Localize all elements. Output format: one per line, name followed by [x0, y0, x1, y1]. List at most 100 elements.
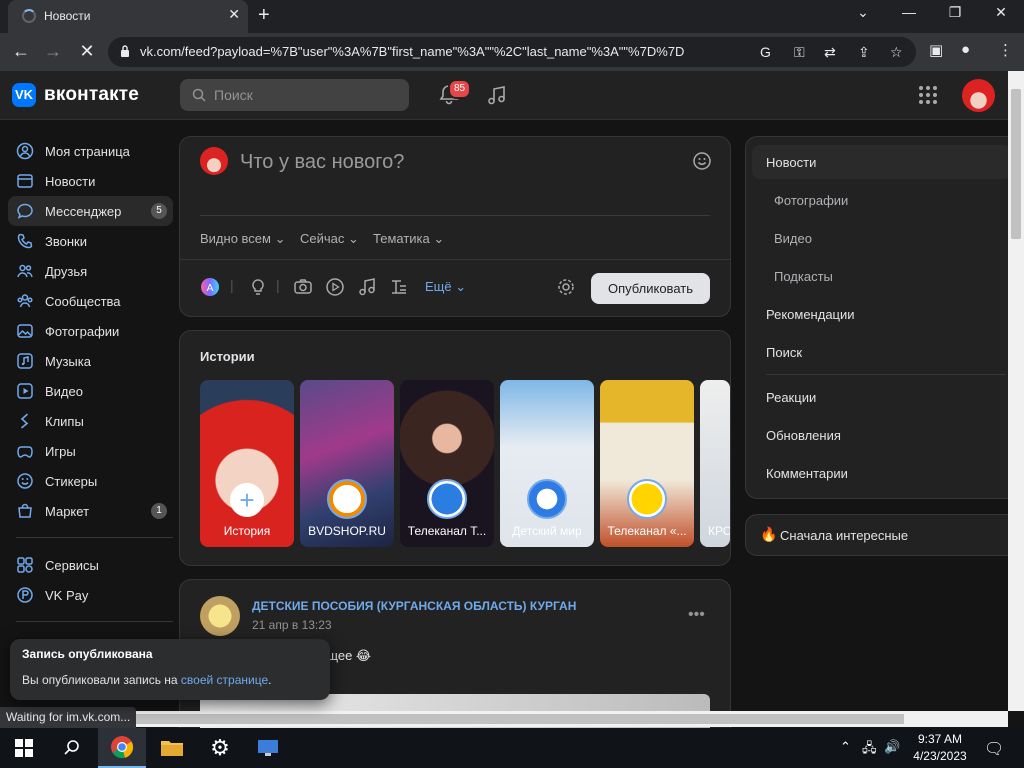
taskbar-clock[interactable]: 9:37 AM 4/23/2023 — [908, 731, 972, 765]
menu-item-photos[interactable]: Фотографии — [774, 193, 848, 208]
omnibox[interactable]: vk.com/feed?payload=%7B"user"%3A%7B"firs… — [108, 37, 916, 67]
menu-item-search[interactable]: Поиск — [766, 345, 802, 360]
sidebar-item-my-page[interactable]: Моя страница — [8, 136, 173, 166]
taskbar-settings[interactable]: ⚙ — [196, 728, 244, 768]
tab-close-icon[interactable]: ✕ — [228, 6, 240, 23]
chevron-down-icon: ⌄ — [348, 231, 359, 246]
menu-item-podcasts[interactable]: Подкасты — [774, 269, 833, 284]
stop-button[interactable]: ✕ — [76, 41, 98, 62]
sidebar-item-market[interactable]: Маркет 1 — [8, 496, 173, 526]
browser-tab[interactable]: Новости ✕ — [8, 0, 248, 33]
network-icon[interactable]: 🖧 — [862, 739, 877, 761]
tab-search-icon[interactable]: ⌄ — [848, 4, 878, 21]
toolbar-separator: | — [276, 277, 280, 293]
toast-link[interactable]: своей странице — [181, 673, 268, 687]
vertical-scrollbar[interactable] — [1008, 71, 1024, 711]
share-icon[interactable]: ⇪ — [858, 44, 870, 61]
new-tab-button[interactable]: + — [258, 4, 270, 27]
menu-item-news[interactable]: Новости — [766, 155, 816, 170]
sidebar-item-friends[interactable]: Друзья — [8, 256, 173, 286]
story-card[interactable]: Детский мир — [500, 380, 594, 547]
bookmark-star-icon[interactable]: ☆ — [890, 44, 903, 61]
sidebar-item-vkpay[interactable]: VK Pay — [8, 580, 173, 610]
sidebar-item-clips[interactable]: Клипы — [8, 406, 173, 436]
sidebar-item-stickers[interactable]: Стикеры — [8, 466, 173, 496]
user-avatar[interactable] — [962, 79, 995, 112]
scrollbar-thumb[interactable] — [1011, 89, 1021, 239]
horizontal-scrollbar[interactable] — [0, 711, 1008, 727]
taskbar-chrome[interactable] — [98, 728, 146, 768]
minimize-button[interactable]: — — [894, 4, 924, 20]
translate-icon[interactable]: ⇄ — [824, 44, 836, 61]
sidebar-item-photos[interactable]: Фотографии — [8, 316, 173, 346]
sort-toggle[interactable]: 🔥 Сначала интересные — [745, 514, 1015, 556]
apps-grid-icon[interactable] — [918, 85, 938, 105]
idea-bulb-icon[interactable] — [248, 277, 268, 297]
sidebar-item-music[interactable]: Музыка — [8, 346, 173, 376]
forward-button[interactable]: → — [42, 41, 64, 62]
vk-logo-icon[interactable]: VK — [12, 83, 36, 107]
sidebar-item-messenger[interactable]: Мессенджер 5 — [8, 196, 173, 226]
menu-item-video[interactable]: Видео — [774, 231, 812, 246]
search-input[interactable]: Поиск — [180, 79, 409, 111]
start-button[interactable] — [0, 728, 48, 768]
sidebar-item-calls[interactable]: Звонки — [8, 226, 173, 256]
article-icon[interactable] — [389, 277, 409, 297]
music-player-icon[interactable] — [486, 84, 508, 106]
toast-period: . — [268, 673, 272, 687]
toast-message: Вы опубликовали запись на — [22, 673, 181, 687]
sidebar-item-games[interactable]: Игры — [8, 436, 173, 466]
video-play-icon[interactable] — [325, 277, 345, 297]
more-button[interactable]: Ещё ⌄ — [425, 279, 466, 295]
taskbar-search-button[interactable] — [48, 728, 96, 768]
menu-item-recommendations[interactable]: Рекомендации — [766, 307, 855, 322]
topic-dropdown[interactable]: Тематика ⌄ — [373, 231, 444, 247]
ai-icon[interactable]: A — [200, 277, 220, 297]
back-button[interactable]: ← — [10, 41, 32, 62]
publish-button[interactable]: Опубликовать — [591, 273, 710, 304]
emoji-icon[interactable] — [692, 151, 712, 171]
story-card[interactable]: КРО — [700, 380, 730, 547]
profile-icon[interactable]: ● — [961, 41, 970, 58]
story-card[interactable]: + История — [200, 380, 294, 547]
time-dropdown[interactable]: Сейчас ⌄ — [300, 231, 359, 247]
chevron-down-icon: ⌄ — [433, 231, 445, 246]
key-icon[interactable]: ⚿ — [794, 44, 805, 61]
story-label: Телеканал Т... — [407, 524, 487, 538]
post-menu-icon[interactable]: ••• — [688, 606, 705, 624]
google-icon[interactable]: G — [760, 44, 771, 60]
story-card[interactable]: Телеканал Т... — [400, 380, 494, 547]
sidebar-item-video[interactable]: Видео — [8, 376, 173, 406]
visibility-dropdown[interactable]: Видно всем ⌄ — [200, 231, 286, 247]
camera-icon[interactable] — [293, 277, 313, 297]
scrollbar-thumb[interactable] — [16, 714, 904, 724]
toolbar-separator: | — [230, 277, 234, 293]
restore-button[interactable]: ❐ — [940, 4, 970, 21]
chevron-down-icon: ⌄ — [455, 279, 467, 294]
composer-input[interactable]: Что у вас нового? — [240, 151, 404, 174]
post-author[interactable]: ДЕТСКИЕ ПОСОБИЯ (КУРГАНСКАЯ ОБЛАСТЬ) КУР… — [252, 599, 576, 613]
taskbar-explorer[interactable] — [148, 728, 196, 768]
post-author-avatar[interactable] — [200, 596, 240, 636]
story-card[interactable]: BVDSHOP.RU — [300, 380, 394, 547]
story-card[interactable]: Телеканал «... — [600, 380, 694, 547]
volume-icon[interactable]: 🔊 — [884, 739, 900, 755]
post-date[interactable]: 21 апр в 13:23 — [252, 618, 332, 632]
chrome-menu-icon[interactable]: ⋮ — [998, 41, 1013, 59]
notification-center-icon[interactable]: 🗨 — [984, 739, 1004, 759]
vk-brand[interactable]: вконтакте — [44, 84, 139, 106]
menu-item-reactions[interactable]: Реакции — [766, 390, 816, 405]
window-close-button[interactable]: ✕ — [986, 4, 1016, 21]
menu-item-updates[interactable]: Обновления — [766, 428, 841, 443]
sidebar-item-news[interactable]: Новости — [8, 166, 173, 196]
music-note-icon[interactable] — [357, 277, 377, 297]
tray-chevron-icon[interactable]: ⌃ — [840, 739, 851, 755]
taskbar-rdp[interactable] — [244, 728, 292, 768]
add-story-icon[interactable]: + — [230, 483, 264, 517]
menu-item-comments[interactable]: Комментарии — [766, 466, 848, 481]
sidepanel-icon[interactable]: ▣ — [929, 41, 943, 59]
sidebar-item-services[interactable]: Сервисы — [8, 550, 173, 580]
more-label: Ещё — [425, 279, 452, 294]
settings-gear-icon[interactable] — [556, 277, 576, 297]
sidebar-item-communities[interactable]: Сообщества — [8, 286, 173, 316]
